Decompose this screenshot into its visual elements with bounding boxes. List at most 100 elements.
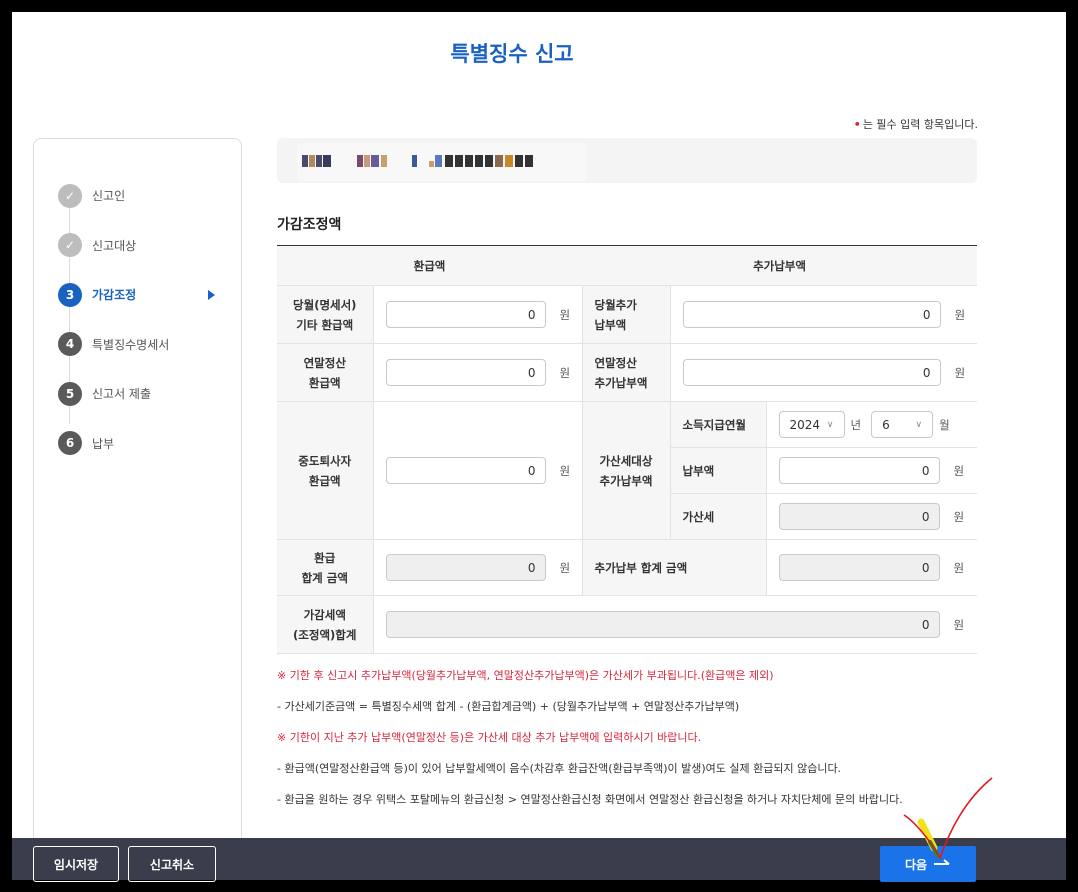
chevron-down-icon: ∨ [826, 419, 834, 430]
unit-won: 원 [953, 617, 965, 632]
refund-total-input: 0 [385, 554, 546, 581]
label-penalty-target: 가산세대상 추가납부액 [581, 401, 670, 540]
unit-won: 원 [953, 463, 965, 478]
monthly-refund-input[interactable]: 0 [385, 301, 546, 328]
reporter-info-box [277, 138, 977, 183]
warning-note: ※ 기한 후 신고시 추가납부액(당월추가납부액, 연말정산추가납부액)은 가산… [277, 669, 774, 682]
section-title: 가감조정액 [277, 217, 342, 233]
temp-save-button[interactable]: 임시저장 [33, 846, 119, 882]
sidebar-step-2[interactable]: ✓ 신고대상 [58, 221, 169, 271]
payment-input[interactable]: 0 [778, 457, 940, 484]
page-content: 특별징수 신고 • 는 필수 입력 항목입니다. ✓ 신고인 ✓ 신고대상 3 가감조정 4 특… [12, 12, 1066, 880]
info-note: - 가산세기준금액 = 특별징수세액 합계 - (환급합계금액) + (당월추가… [277, 700, 740, 713]
cell-additional-total: 0원 [765, 539, 978, 596]
unit-won: 원 [953, 560, 965, 575]
step-label: 납부 [92, 436, 115, 451]
unit-won: 원 [559, 463, 571, 478]
cell-monthly-additional: 0원 [669, 285, 978, 344]
month-unit: 월 [939, 417, 950, 432]
unit-won: 원 [559, 365, 571, 380]
cell-retiree-refund: 0원 [372, 401, 582, 540]
sidebar-step-3[interactable]: 3 가감조정 [58, 270, 215, 320]
label-refund-total: 환급 합계 금액 [277, 539, 373, 596]
sidebar-step-5[interactable]: 5 신고서 제출 [58, 369, 169, 419]
header-additional: 추가납부액 [582, 245, 978, 286]
step-label: 가감조정 [92, 288, 137, 303]
step-number: 6 [58, 431, 82, 456]
unit-won: 원 [954, 365, 966, 380]
required-note-text: 는 필수 입력 항목입니다. [862, 118, 978, 131]
cell-yearend-refund: 0원 [372, 343, 582, 402]
unit-won: 원 [559, 560, 571, 575]
step-number: 3 [58, 282, 82, 307]
step-sidebar: ✓ 신고인 ✓ 신고대상 3 가감조정 4 특별징수명세서 5 신고서 제출 6 납부 [33, 138, 242, 880]
month-select-value: 6 [882, 417, 890, 432]
monthly-additional-input[interactable]: 0 [682, 301, 941, 328]
next-button-label: 다음 [904, 857, 928, 872]
step-label: 특별징수명세서 [92, 337, 170, 352]
step-label: 신고서 제출 [92, 387, 152, 402]
check-icon: ✓ [58, 233, 82, 258]
label-monthly-refund: 당월(명세서) 기타 환급액 [277, 285, 373, 344]
warning-note: ※ 기한이 지난 추가 납부액(연말정산 등)은 가산세 대상 추가 납부액에 … [277, 731, 702, 744]
cell-penalty: 0원 [765, 493, 978, 540]
label-adjust-total: 가감세액 (조정액)합계 [277, 595, 373, 654]
yearend-additional-input[interactable]: 0 [682, 359, 941, 386]
month-select[interactable]: 6 ∨ [871, 411, 934, 438]
cell-payment: 0원 [765, 447, 978, 494]
unit-won: 원 [559, 307, 571, 322]
label-yearend-refund: 연말정산 환급액 [277, 343, 373, 402]
retiree-refund-input[interactable]: 0 [385, 457, 546, 484]
cell-monthly-refund: 0원 [372, 285, 582, 344]
unit-won: 원 [954, 307, 966, 322]
label-payment: 납부액 [669, 447, 766, 494]
label-income-month: 소득지급연월 [669, 401, 766, 448]
adjust-total-input: 0 [385, 611, 940, 638]
label-monthly-additional: 당월추가 납부액 [581, 285, 670, 344]
label-monthly-refund-text: 당월(명세서) 기타 환급액 [293, 297, 357, 332]
label-additional-total: 추가납부 합계 금액 [581, 539, 766, 596]
header-refund: 환급액 [277, 245, 582, 286]
screen-frame: 특별징수 신고 • 는 필수 입력 항목입니다. ✓ 신고인 ✓ 신고대상 3 가감조정 4 특… [0, 0, 1078, 892]
notes-list: ※ 기한 후 신고시 추가납부액(당월추가납부액, 연말정산추가납부액)은 가산… [277, 667, 997, 822]
step-label: 신고대상 [92, 238, 137, 253]
label-yearend-additional-text: 연말정산 추가납부액 [594, 355, 648, 390]
additional-total-input: 0 [778, 554, 940, 581]
info-note: - 환급액(연말정산환급액 등)이 있어 납부할세액이 음수(차감후 환급잔액(… [277, 762, 842, 775]
redacted-info [297, 143, 587, 181]
year-unit: 년 [850, 417, 862, 432]
label-yearend-refund-text: 연말정산 환급액 [303, 355, 346, 390]
label-monthly-additional-text: 당월추가 납부액 [594, 297, 637, 332]
chevron-down-icon: ∨ [915, 419, 923, 430]
next-button[interactable]: 다음 [880, 846, 976, 882]
label-yearend-additional: 연말정산 추가납부액 [581, 343, 670, 402]
yearend-refund-input[interactable]: 0 [385, 359, 546, 386]
sidebar-step-6[interactable]: 6 납부 [58, 419, 169, 469]
year-select-value: 2024 [789, 417, 821, 432]
active-step-arrow-icon [208, 289, 215, 300]
step-number: 4 [58, 332, 82, 357]
required-dot-icon: • [853, 118, 861, 131]
bottom-action-bar: 임시저장 신고취소 다음 [12, 838, 1066, 882]
sidebar-step-4[interactable]: 4 특별징수명세서 [58, 320, 169, 370]
cancel-report-button[interactable]: 신고취소 [128, 846, 216, 882]
penalty-input: 0 [778, 503, 940, 530]
arrow-right-icon [934, 859, 950, 865]
cell-yearend-additional: 0원 [669, 343, 978, 402]
sidebar-step-1[interactable]: ✓ 신고인 [58, 171, 169, 221]
label-adjust-total-text: 가감세액 (조정액)합계 [293, 607, 357, 642]
label-retiree-refund: 중도퇴사자 환급액 [277, 401, 373, 540]
required-note: • 는 필수 입력 항목입니다. [854, 116, 978, 132]
cell-refund-total: 0원 [372, 539, 582, 596]
step-list: ✓ 신고인 ✓ 신고대상 3 가감조정 4 특별징수명세서 5 신고서 제출 6 납부 [58, 171, 215, 469]
step-label: 신고인 [92, 189, 126, 204]
check-icon: ✓ [58, 183, 82, 208]
info-note: - 환급을 원하는 경우 위택스 포탈메뉴의 환급신청 > 연말정산환급신청 화… [277, 793, 903, 806]
unit-won: 원 [953, 509, 965, 524]
label-penalty: 가산세 [669, 493, 766, 540]
adjustment-table: 환급액 추가납부액 당월(명세서) 기타 환급액 0원 당월추가 납부액 0원 연말… [277, 245, 978, 654]
year-select[interactable]: 2024 ∨ [778, 411, 845, 438]
step-number: 5 [58, 381, 82, 406]
cell-income-month: 2024 ∨ 년 6 ∨ 월 [765, 401, 978, 448]
page-title: 특별징수 신고 [450, 42, 574, 66]
